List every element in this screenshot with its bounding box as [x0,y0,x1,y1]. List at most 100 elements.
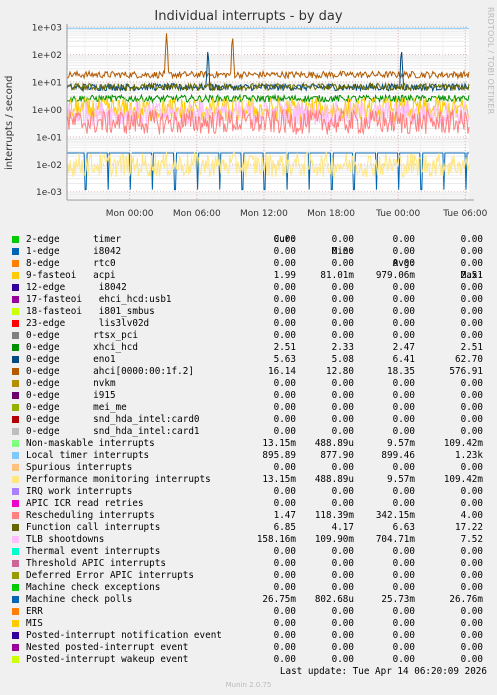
x-tick-label: Mon 00:00 [106,209,154,219]
legend-avg: 0.00 [392,246,415,257]
legend-name: TLB shootdowns [26,534,105,545]
y-tick-label: 1e+01 [32,78,62,88]
legend-max: 17.22 [455,522,483,533]
legend-avg: 0.00 [392,306,415,317]
legend-min: 0.00 [331,390,354,401]
legend-min: 0.00 [331,654,354,665]
legend-avg: 899.46 [381,450,415,461]
legend-max: 0.00 [460,414,483,425]
legend-swatch [12,260,19,267]
legend-max: 26.76m [449,594,483,605]
legend-min: 0.00 [331,378,354,389]
legend-name: 18-fasteoi i801_smbus [26,306,155,317]
legend-min: 488.89u [314,438,354,449]
legend-min: 4.17 [331,522,354,533]
legend-avg: 0.00 [392,486,415,497]
legend-avg: 9.57m [387,474,415,485]
legend-min: 0.00 [331,570,354,581]
legend-min: 0.00 [331,606,354,617]
legend-swatch [12,356,19,363]
munin-version: Munin 2.0.75 [225,681,272,689]
legend-swatch [12,236,19,243]
legend-avg: 0.00 [392,402,415,413]
legend-avg: 0.00 [392,654,415,665]
legend-avg: 2.47 [392,342,415,353]
legend-swatch [12,524,19,531]
legend-max: 62.70 [455,354,483,365]
legend-max: 0.00 [460,294,483,305]
legend-name: Performance monitoring interrupts [26,474,211,485]
legend-avg: 0.00 [392,582,415,593]
legend-max: 0.00 [460,426,483,437]
legend-swatch [12,500,19,507]
legend-avg: 0.00 [392,498,415,509]
legend-max: 0.00 [460,306,483,317]
y-tick-label: 1e+00 [32,106,63,116]
legend-min: 0.00 [331,246,354,257]
legend-max: 109.42m [443,474,483,485]
legend-name: 0-edge ahci[0000:00:1f.2] [26,366,194,377]
legend-max: 0.00 [460,402,483,413]
legend-avg: 6.41 [392,354,415,365]
legend-name: Function call interrupts [26,522,161,533]
legend-swatch [12,488,19,495]
legend-name: 9-fasteoi acpi [26,270,116,281]
legend-avg: 0.00 [392,558,415,569]
legend-swatch [12,380,19,387]
legend-swatch [12,464,19,471]
legend-avg: 9.57m [387,438,415,449]
legend-max: 0.00 [460,378,483,389]
legend-min: 0.00 [331,558,354,569]
y-tick-label: 1e-01 [36,133,62,143]
legend-swatch [12,392,19,399]
legend-avg: 0.00 [392,630,415,641]
legend-swatch [12,320,19,327]
legend-max: 2.51 [460,270,483,281]
legend-avg: 0.00 [392,258,415,269]
legend-min: 877.90 [320,450,354,461]
legend-avg: 0.00 [392,642,415,653]
legend-avg: 0.00 [392,330,415,341]
legend-swatch [12,548,19,555]
legend-max: 0.00 [460,282,483,293]
legend-name: 0-edge rtsx_pci [26,330,138,341]
legend-swatch [12,404,19,411]
legend-max: 0.00 [460,486,483,497]
legend-min: 109.90m [314,534,354,545]
legend-min: 0.00 [331,498,354,509]
legend-min: 488.89u [314,474,354,485]
legend-swatch [12,584,19,591]
legend-swatch [12,608,19,615]
legend-name: 23-edge lis3lv02d [26,318,150,329]
legend-swatch [12,272,19,279]
legend-max: 0.00 [460,630,483,641]
legend-max: 0.00 [460,546,483,557]
legend-swatch [12,656,19,663]
legend-swatch [12,440,19,447]
legend-min: 0.00 [331,546,354,557]
legend-swatch [12,368,19,375]
legend-name: Deferred Error APIC interrupts [26,570,194,581]
legend-max: 0.00 [460,570,483,581]
legend-max: 1.23k [455,450,483,461]
legend-name: Spurious interrupts [26,462,133,473]
legend-avg: 0.00 [392,606,415,617]
legend-header: Cur: Min: Avg: Max: [12,222,483,281]
legend-swatch [12,452,19,459]
legend-min: 118.39m [314,510,354,521]
legend-name: 0-edge snd_hda_intel:card0 [26,414,200,425]
legend-avg: 0.00 [392,462,415,473]
legend-swatch [12,284,19,291]
legend-avg: 0.00 [392,234,415,245]
legend-swatch [12,536,19,543]
legend-avg: 0.00 [392,378,415,389]
legend-min: 802.68u [314,594,354,605]
legend-avg: 18.35 [387,366,415,377]
legend-min: 0.00 [331,318,354,329]
legend-max: 7.52 [460,534,483,545]
legend-name: Machine check exceptions [26,582,161,593]
legend-min: 0.00 [331,486,354,497]
y-tick-label: 1e-02 [36,161,62,171]
last-update: Last update: Tue Apr 14 06:20:09 2026 [279,666,487,677]
legend-swatch [12,476,19,483]
